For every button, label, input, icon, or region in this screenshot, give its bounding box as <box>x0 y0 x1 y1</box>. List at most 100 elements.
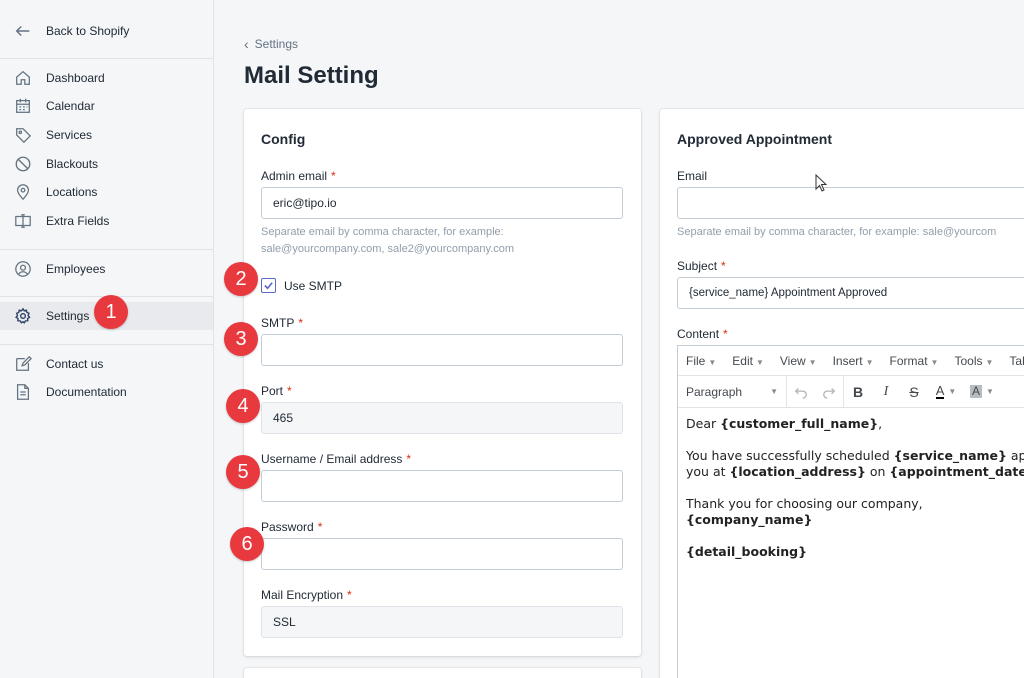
sidebar-item-label: Calendar <box>46 99 95 113</box>
content-line: Thank you for choosing our company, {comp… <box>686 496 923 527</box>
background-color-button[interactable]: A ▼ <box>964 376 1000 408</box>
editor-toolbar: Paragraph ▼ B I S A ▼ A ▼ <box>678 375 1024 408</box>
italic-button[interactable]: I <box>872 376 900 408</box>
port-label: Port * <box>261 384 292 398</box>
sidebar-item-services[interactable]: Services <box>0 121 213 149</box>
sidebar-item-blackouts[interactable]: Blackouts <box>0 150 213 178</box>
annotation-badge-4: 4 <box>226 389 260 423</box>
sidebar-item-documentation[interactable]: Documentation <box>0 378 213 406</box>
subject-label: Subject * <box>677 259 726 273</box>
paragraph-select[interactable]: Paragraph ▼ <box>678 376 786 408</box>
use-smtp-checkbox[interactable]: Use SMTP <box>261 278 342 293</box>
next-card <box>244 668 641 678</box>
breadcrumb[interactable]: ‹ Settings <box>244 36 298 52</box>
menu-insert[interactable]: Insert ▼ <box>833 354 874 368</box>
menu-file[interactable]: File ▼ <box>686 354 716 368</box>
sidebar-item-label: Extra Fields <box>46 214 110 228</box>
redo-icon <box>823 387 836 399</box>
menu-format[interactable]: Format ▼ <box>890 354 939 368</box>
password-field[interactable] <box>261 538 623 570</box>
content-label: Content * <box>677 327 728 341</box>
sidebar-item-locations[interactable]: Locations <box>0 178 213 206</box>
sidebar-divider <box>0 249 213 250</box>
chevron-left-icon: ‹ <box>244 36 249 52</box>
annotation-badge-2: 2 <box>224 262 258 296</box>
home-icon <box>14 69 32 87</box>
config-card-title: Config <box>261 131 306 147</box>
bold-button[interactable]: B <box>844 376 872 408</box>
italic-icon: I <box>883 383 889 399</box>
calendar-icon <box>14 97 32 115</box>
admin-email-field[interactable]: eric@tipo.io <box>261 187 623 219</box>
config-card: Config Admin email * eric@tipo.io Separat… <box>244 109 641 656</box>
gear-icon <box>14 307 32 325</box>
approved-email-label: Email <box>677 169 708 183</box>
editor-menubar: File ▼ Edit ▼ View ▼ Insert ▼ Format ▼ Tools ▼… <box>678 346 1024 376</box>
chevron-down-icon: ▼ <box>948 387 957 396</box>
user-icon <box>14 260 32 278</box>
annotation-badge-1: 1 <box>94 295 128 329</box>
strikethrough-icon: S <box>909 383 919 400</box>
sidebar-item-contact-us[interactable]: Contact us <box>0 350 213 378</box>
back-to-shopify-link[interactable]: Back to Shopify <box>0 17 213 45</box>
menu-edit[interactable]: Edit ▼ <box>732 354 764 368</box>
bold-icon: B <box>852 383 864 400</box>
text-color-button[interactable]: A ▼ <box>928 376 964 408</box>
sidebar-item-label: Settings <box>46 309 90 323</box>
strikethrough-button[interactable]: S <box>900 376 928 408</box>
sidebar-item-employees[interactable]: Employees <box>0 255 213 283</box>
content-editor[interactable]: File ▼ Edit ▼ View ▼ Insert ▼ Format ▼ Tools ▼… <box>677 345 1024 678</box>
content-line: {detail_booking} <box>686 544 808 559</box>
paragraph-label: Paragraph <box>686 384 743 399</box>
undo-button[interactable] <box>787 376 815 408</box>
chevron-down-icon: ▼ <box>986 387 994 396</box>
editor-content[interactable]: Dear {customer_full_name}, You have succ… <box>686 416 1024 576</box>
redo-button[interactable] <box>815 376 843 408</box>
page-title: Mail Setting <box>244 62 379 89</box>
port-field[interactable]: 465 <box>261 402 623 434</box>
menu-table[interactable]: Tab <box>1009 354 1024 368</box>
annotation-badge-3: 3 <box>224 322 258 356</box>
sidebar: Back to Shopify Dashboard Calendar Servi… <box>0 0 214 678</box>
use-smtp-label: Use SMTP <box>284 278 343 293</box>
subject-field[interactable]: {service_name} Appointment Approved <box>677 277 1024 309</box>
sidebar-item-label: Services <box>46 128 93 142</box>
admin-email-label: Admin email * <box>261 169 336 183</box>
smtp-field[interactable] <box>261 334 623 366</box>
sidebar-item-label: Employees <box>46 262 106 276</box>
sidebar-divider <box>0 58 213 59</box>
encryption-label: Mail Encryption * <box>261 588 352 602</box>
back-label: Back to Shopify <box>46 24 130 38</box>
sidebar-item-label: Documentation <box>46 385 127 399</box>
sidebar-item-label: Contact us <box>46 357 104 371</box>
breadcrumb-label: Settings <box>254 37 299 51</box>
sidebar-divider <box>0 344 213 345</box>
text-color-icon: A <box>935 383 945 399</box>
undo-icon <box>794 387 807 399</box>
username-field[interactable] <box>261 470 623 502</box>
location-pin-icon <box>14 183 32 201</box>
approved-card-title: Approved Appointment <box>677 131 833 147</box>
compose-icon <box>14 355 32 373</box>
password-label: Password * <box>261 520 323 534</box>
annotation-badge-5: 5 <box>226 455 260 489</box>
sidebar-item-label: Locations <box>46 185 98 199</box>
content-line: You have successfully scheduled {service… <box>686 448 1024 479</box>
admin-email-help: Separate email by comma character, for e… <box>261 226 515 255</box>
mouse-cursor-icon <box>815 174 827 192</box>
approved-email-field[interactable] <box>677 187 1024 219</box>
sidebar-item-calendar[interactable]: Calendar <box>0 92 213 120</box>
menu-view[interactable]: View ▼ <box>780 354 817 368</box>
annotation-badge-6: 6 <box>230 527 264 561</box>
approved-email-help: Separate email by comma character, for e… <box>677 226 997 238</box>
blocked-icon <box>14 155 32 173</box>
sidebar-item-label: Blackouts <box>46 157 99 171</box>
document-icon <box>14 383 32 401</box>
sidebar-item-dashboard[interactable]: Dashboard <box>0 64 213 92</box>
sidebar-item-extra-fields[interactable]: Extra Fields <box>0 207 213 235</box>
chevron-down-icon: ▼ <box>770 387 778 396</box>
highlight-icon: A <box>970 384 983 398</box>
encryption-select[interactable]: SSL <box>261 606 623 638</box>
menu-tools[interactable]: Tools ▼ <box>954 354 993 368</box>
arrow-left-icon <box>14 22 32 40</box>
